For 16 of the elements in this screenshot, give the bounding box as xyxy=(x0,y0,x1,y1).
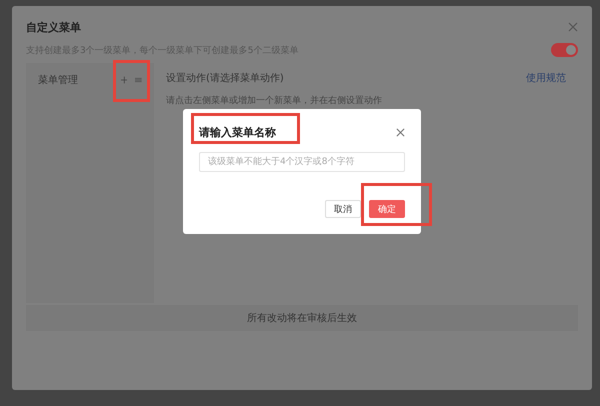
action-panel-title: 设置动作(请选择菜单动作) xyxy=(166,72,284,85)
close-icon[interactable] xyxy=(568,22,578,32)
sort-icon[interactable] xyxy=(135,77,142,83)
highlight-frame xyxy=(113,60,150,102)
cancel-button[interactable]: 取消 xyxy=(325,200,361,218)
menu-name-input[interactable]: 该级菜单不能大于4个汉字或8个字符 xyxy=(199,152,405,172)
toggle-switch[interactable] xyxy=(551,43,578,57)
highlight-frame xyxy=(361,183,432,226)
confirm-button[interactable]: 确定 xyxy=(369,200,405,218)
dialog-title: 自定义菜单 xyxy=(26,20,81,35)
usage-guide-link[interactable]: 使用规范 xyxy=(526,71,566,85)
modal-title: 请输入菜单名称 xyxy=(199,125,276,140)
notice-bar: 所有改动将在审核后生效 xyxy=(26,305,578,331)
close-icon[interactable] xyxy=(396,128,405,137)
menu-panel-title: 菜单管理 xyxy=(38,74,79,87)
add-icon[interactable] xyxy=(120,76,128,84)
